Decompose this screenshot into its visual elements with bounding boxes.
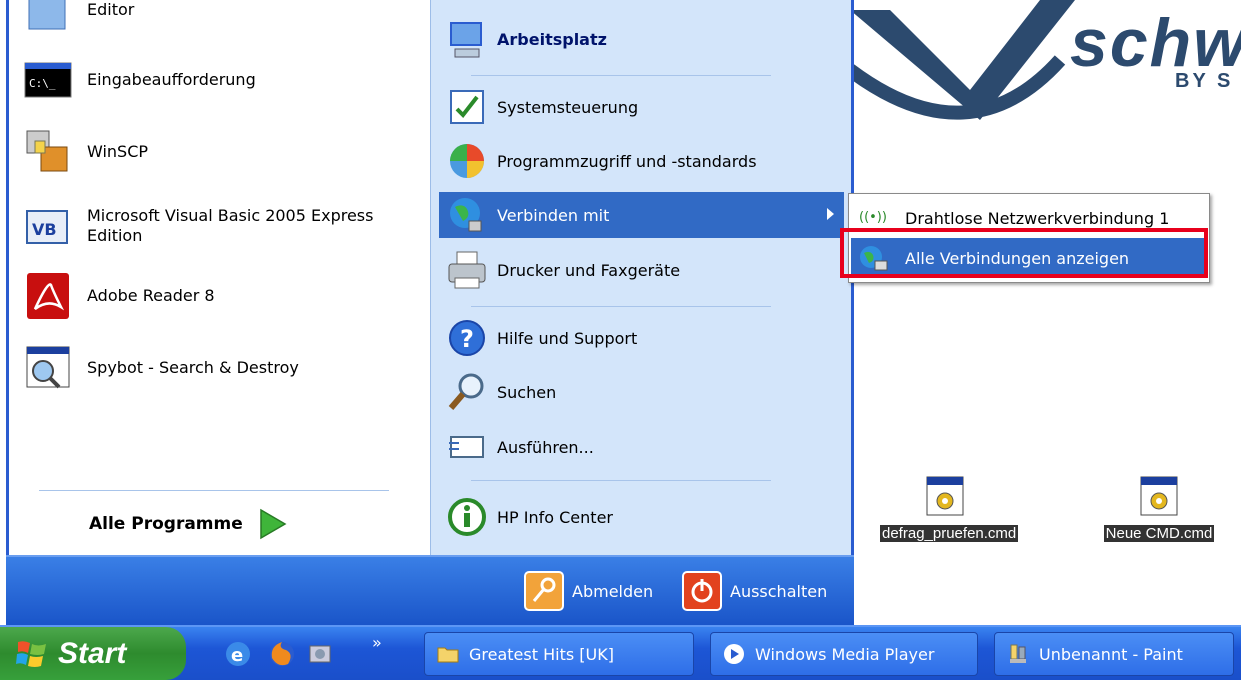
visual-basic-icon: VB <box>23 201 73 251</box>
search-icon <box>445 370 489 414</box>
program-label: WinSCP <box>87 142 149 161</box>
desktop-icon-label: defrag_pruefen.cmd <box>880 525 1019 542</box>
taskbar-button-paint[interactable]: Unbenannt - Paint <box>994 632 1234 676</box>
help-icon: ? <box>445 316 489 360</box>
svg-text:C:\_: C:\_ <box>29 77 56 90</box>
spybot-icon <box>23 343 73 393</box>
power-icon <box>682 571 722 611</box>
notepad-icon <box>23 0 73 35</box>
place-label: Suchen <box>497 382 557 402</box>
logoff-button[interactable]: Abmelden <box>524 569 653 613</box>
winscp-icon <box>23 127 73 177</box>
svg-text:VB: VB <box>32 220 57 239</box>
cmd-file-icon <box>925 475 965 517</box>
taskbar-label: Unbenannt - Paint <box>1039 644 1183 664</box>
desktop-icon-defrag[interactable]: defrag_pruefen.cmd <box>880 475 1019 542</box>
place-item-systemsteuerung[interactable]: Systemsteuerung <box>439 84 844 130</box>
program-item-visual-basic[interactable]: VB Microsoft Visual Basic 2005 Express E… <box>23 196 423 256</box>
program-label: Adobe Reader 8 <box>87 286 215 305</box>
adobe-reader-icon <box>23 271 73 321</box>
start-menu: Editor C:\_ Eingabeaufforderung WinSCP V… <box>6 0 854 625</box>
place-label: Drucker und Faxgeräte <box>497 260 681 280</box>
media-icon[interactable] <box>306 640 334 668</box>
start-menu-footer: Abmelden Ausschalten <box>6 555 854 625</box>
taskbar-label: Greatest Hits [UK] <box>469 644 614 664</box>
command-prompt-icon: C:\_ <box>23 55 73 105</box>
place-item-suchen[interactable]: Suchen <box>439 369 844 415</box>
my-computer-icon <box>445 17 489 61</box>
start-menu-places-column: Arbeitsplatz Systemsteuerung Programmzug… <box>430 0 854 555</box>
all-programs-label: Alle Programme <box>89 514 243 534</box>
hp-info-icon <box>445 495 489 539</box>
quick-launch-more[interactable]: » <box>372 633 382 652</box>
paint-icon <box>1007 643 1029 665</box>
connect-to-icon <box>445 193 489 237</box>
place-label: Hilfe und Support <box>497 328 638 348</box>
divider <box>471 480 771 481</box>
program-item-adobe-reader[interactable]: Adobe Reader 8 <box>23 266 423 326</box>
program-label: Microsoft Visual Basic 2005 Express Edit… <box>87 206 374 245</box>
place-label: Ausführen... <box>497 437 594 457</box>
place-label: Systemsteuerung <box>497 97 639 117</box>
place-item-drucker[interactable]: Drucker und Faxgeräte <box>439 247 844 293</box>
svg-text:?: ? <box>460 325 474 353</box>
divider <box>39 490 389 491</box>
divider <box>471 75 771 76</box>
key-icon <box>524 571 564 611</box>
program-label: Editor <box>87 0 135 19</box>
program-label: Spybot - Search & Destroy <box>87 358 299 377</box>
program-item-spybot[interactable]: Spybot - Search & Destroy <box>23 338 423 398</box>
svg-text:((•)): ((•)) <box>859 210 887 225</box>
taskbar-button-greatest-hits[interactable]: Greatest Hits [UK] <box>424 632 694 676</box>
shutdown-label: Ausschalten <box>730 581 828 601</box>
all-programs-button[interactable]: Alle Programme <box>89 502 291 546</box>
ie-icon[interactable]: e <box>224 640 252 668</box>
media-player-icon <box>723 643 745 665</box>
desktop-icon-label: Neue CMD.cmd <box>1103 525 1215 542</box>
start-label: Start <box>58 636 127 670</box>
svg-text:e: e <box>231 645 243 666</box>
place-item-ausfuehren[interactable]: Ausführen... <box>439 424 844 470</box>
taskbar-label: Windows Media Player <box>755 644 935 664</box>
program-label: Eingabeaufforderung <box>87 70 256 89</box>
place-item-arbeitsplatz[interactable]: Arbeitsplatz <box>439 16 844 62</box>
place-label: HP Info Center <box>497 507 613 527</box>
taskbar: Start e » Greatest Hits [UK] Windows Med… <box>0 625 1241 680</box>
printer-icon <box>445 248 489 292</box>
program-item-eingabeaufforderung[interactable]: C:\_ Eingabeaufforderung <box>23 50 423 110</box>
folder-icon <box>437 643 459 665</box>
control-panel-icon <box>445 85 489 129</box>
place-item-programmzugriff[interactable]: Programmzugriff und -standards <box>439 138 844 184</box>
annotation-highlight-box <box>840 228 1208 278</box>
windows-logo-icon <box>16 640 46 667</box>
submenu-arrow-icon <box>827 208 834 220</box>
start-menu-programs-column: Editor C:\_ Eingabeaufforderung WinSCP V… <box>6 0 430 555</box>
run-icon <box>445 425 489 469</box>
place-item-hilfe[interactable]: ? Hilfe und Support <box>439 315 844 361</box>
place-label: Programmzugriff und -standards <box>497 151 757 171</box>
taskbar-button-media-player[interactable]: Windows Media Player <box>710 632 978 676</box>
place-label: Arbeitsplatz <box>497 29 607 49</box>
submenu-label: Drahtlose Netzwerkverbindung 1 <box>905 208 1170 228</box>
place-item-hp-info-center[interactable]: HP Info Center <box>439 494 844 540</box>
program-item-editor[interactable]: Editor <box>23 0 423 40</box>
logo-subtext: BY S <box>1175 70 1234 92</box>
program-access-icon <box>445 139 489 183</box>
place-item-verbinden-mit[interactable]: Verbinden mit <box>439 192 844 238</box>
start-button[interactable]: Start <box>0 627 186 680</box>
divider <box>471 306 771 307</box>
firefox-icon[interactable] <box>268 640 296 668</box>
desktop-icon-neue-cmd[interactable]: Neue CMD.cmd <box>1094 475 1224 542</box>
green-arrow-icon <box>260 508 287 540</box>
cmd-file-icon <box>1139 475 1179 517</box>
program-item-winscp[interactable]: WinSCP <box>23 122 423 182</box>
shutdown-button[interactable]: Ausschalten <box>682 569 827 613</box>
logoff-label: Abmelden <box>572 581 654 601</box>
place-label: Verbinden mit <box>497 205 610 225</box>
